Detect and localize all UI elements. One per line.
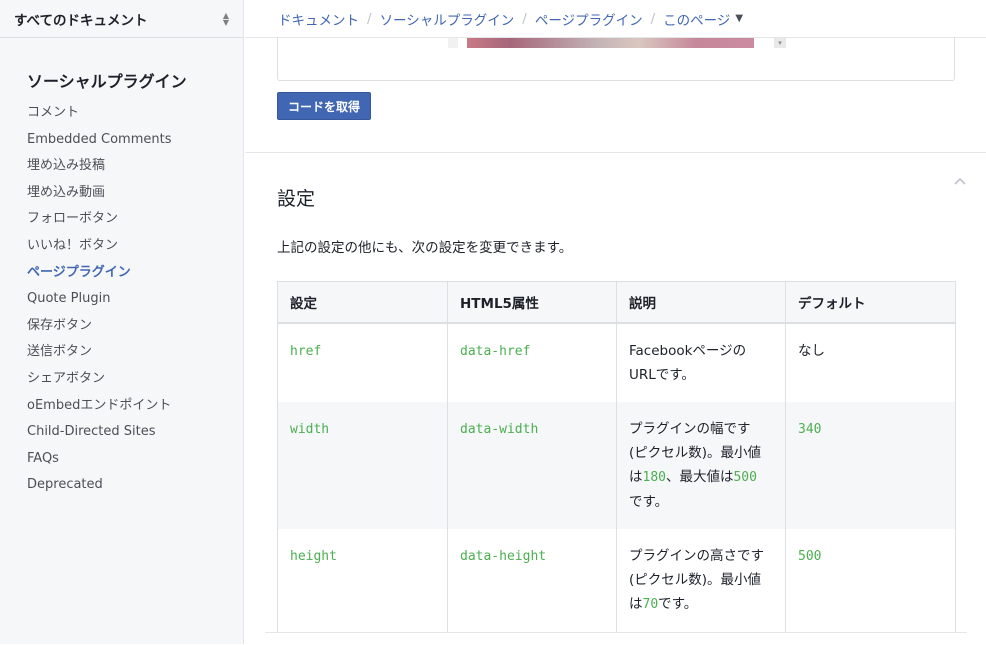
default-value: 340 bbox=[798, 422, 822, 437]
document-selector[interactable]: すべてのドキュメント ▲ ▼ bbox=[0, 0, 243, 38]
setting-code: width bbox=[290, 422, 330, 437]
sidebar-item-save-button[interactable]: 保存ボタン bbox=[27, 313, 171, 340]
cell-setting: width bbox=[277, 402, 448, 529]
breadcrumb-this-page[interactable]: このページ bbox=[663, 9, 730, 29]
column-header-setting: 設定 bbox=[277, 281, 448, 324]
sidebar: すべてのドキュメント ▲ ▼ ソーシャルプラグイン コメント Embedded C… bbox=[0, 0, 244, 644]
description-text: は bbox=[629, 469, 643, 485]
preview-frame-edge bbox=[448, 38, 458, 48]
description-text: は bbox=[629, 596, 643, 612]
column-header-html5-attr: HTML5属性 bbox=[447, 281, 617, 324]
sidebar-item-oembed-endpoint[interactable]: oEmbedエンドポイント bbox=[27, 393, 171, 420]
caret-down-icon[interactable]: ▼ bbox=[735, 13, 743, 24]
sidebar-item-embedded-videos[interactable]: 埋め込み動画 bbox=[27, 180, 171, 207]
column-header-default: デフォルト bbox=[785, 281, 956, 324]
cell-default: 340 bbox=[785, 402, 956, 529]
sidebar-item-page-plugin[interactable]: ページプラグイン bbox=[27, 260, 171, 287]
settings-table: 設定 HTML5属性 説明 デフォルト href data-href Faceb… bbox=[277, 281, 956, 633]
cell-default: なし bbox=[785, 323, 956, 402]
sidebar-item-faqs[interactable]: FAQs bbox=[27, 446, 171, 473]
description-line: です。 bbox=[629, 494, 669, 510]
section-title: 設定 bbox=[277, 188, 316, 210]
attr-code: data-width bbox=[460, 422, 539, 437]
description-line: Facebookページの bbox=[629, 343, 747, 359]
max-value-code: 500 bbox=[733, 470, 757, 485]
attr-code: data-href bbox=[460, 344, 531, 359]
preview-cover-image bbox=[467, 38, 754, 48]
description-text: 、最大値は bbox=[665, 469, 734, 485]
sidebar-item-send-button[interactable]: 送信ボタン bbox=[27, 339, 171, 366]
get-code-button[interactable]: コードを取得 bbox=[277, 92, 371, 120]
breadcrumb-social-plugins[interactable]: ソーシャルプラグイン bbox=[380, 9, 515, 29]
cell-setting: height bbox=[277, 529, 448, 633]
breadcrumb-separator: / bbox=[650, 10, 656, 27]
cell-attr: data-width bbox=[447, 402, 617, 529]
breadcrumb: ドキュメント / ソーシャルプラグイン / ページプラグイン / このページ ▼ bbox=[245, 0, 986, 38]
bottom-overlay-bar bbox=[265, 632, 967, 645]
sidebar-item-follow-button[interactable]: フォローボタン bbox=[27, 206, 171, 233]
sidebar-item-embedded-comments[interactable]: Embedded Comments bbox=[27, 127, 171, 154]
cell-description: プラグインの高さです (ピクセル数)。最小値 は70です。 bbox=[616, 529, 786, 633]
setting-code: href bbox=[290, 344, 322, 359]
sidebar-item-share-button[interactable]: シェアボタン bbox=[27, 366, 171, 393]
sidebar-item-quote-plugin[interactable]: Quote Plugin bbox=[27, 286, 171, 313]
cell-description: Facebookページの URLです。 bbox=[616, 323, 786, 402]
description-line: URLです。 bbox=[629, 367, 695, 383]
sidebar-item-comments[interactable]: コメント bbox=[27, 100, 171, 127]
sidebar-item-deprecated[interactable]: Deprecated bbox=[27, 472, 171, 499]
chevron-up-icon[interactable] bbox=[953, 174, 967, 188]
default-value: なし bbox=[798, 343, 825, 359]
min-value-code: 70 bbox=[642, 597, 659, 612]
description-line: (ピクセル数)。最小値 bbox=[629, 445, 762, 461]
cell-default: 500 bbox=[785, 529, 956, 633]
preview-scrollbar-down-icon[interactable]: ▾ bbox=[774, 38, 786, 48]
column-header-description: 説明 bbox=[616, 281, 786, 324]
section-divider bbox=[245, 152, 986, 153]
description-line: プラグインの高さです bbox=[629, 548, 764, 564]
cell-description: プラグインの幅です (ピクセル数)。最小値 は180、最大値は500 です。 bbox=[616, 402, 786, 529]
min-value-code: 180 bbox=[642, 470, 666, 485]
attr-code: data-height bbox=[460, 549, 547, 564]
table-row: height data-height プラグインの高さです (ピクセル数)。最小… bbox=[277, 529, 956, 633]
sidebar-item-like-button[interactable]: いいね！ボタン bbox=[27, 233, 171, 260]
section-description: 上記の設定の他にも、次の設定を変更できます。 bbox=[277, 240, 573, 256]
sidebar-heading: ソーシャルプラグイン bbox=[27, 72, 187, 91]
breadcrumb-page-plugin[interactable]: ページプラグイン bbox=[535, 9, 643, 29]
description-line: (ピクセル数)。最小値 bbox=[629, 572, 762, 588]
cell-attr: data-height bbox=[447, 529, 617, 633]
cell-setting: href bbox=[277, 323, 448, 402]
sidebar-nav: コメント Embedded Comments 埋め込み投稿 埋め込み動画 フォロ… bbox=[27, 100, 171, 499]
breadcrumb-separator: / bbox=[522, 10, 527, 27]
plugin-preview: ▾ bbox=[277, 38, 955, 81]
cell-attr: data-href bbox=[447, 323, 617, 402]
table-header-row: 設定 HTML5属性 説明 デフォルト bbox=[277, 281, 956, 324]
description-line: プラグインの幅です bbox=[629, 421, 751, 437]
sort-updown-icon: ▲ ▼ bbox=[222, 10, 229, 27]
setting-code: height bbox=[290, 549, 337, 564]
description-text: です。 bbox=[658, 596, 698, 612]
table-row: width data-width プラグインの幅です (ピクセル数)。最小値 は… bbox=[277, 402, 956, 529]
breadcrumb-docs[interactable]: ドキュメント bbox=[278, 9, 359, 29]
sidebar-item-embedded-posts[interactable]: 埋め込み投稿 bbox=[27, 153, 171, 180]
document-selector-label: すべてのドキュメント bbox=[14, 12, 148, 29]
default-value: 500 bbox=[798, 549, 822, 564]
breadcrumb-separator: / bbox=[367, 10, 372, 27]
sidebar-item-child-directed-sites[interactable]: Child-Directed Sites bbox=[27, 419, 171, 446]
table-row: href data-href Facebookページの URLです。 なし bbox=[277, 323, 956, 402]
